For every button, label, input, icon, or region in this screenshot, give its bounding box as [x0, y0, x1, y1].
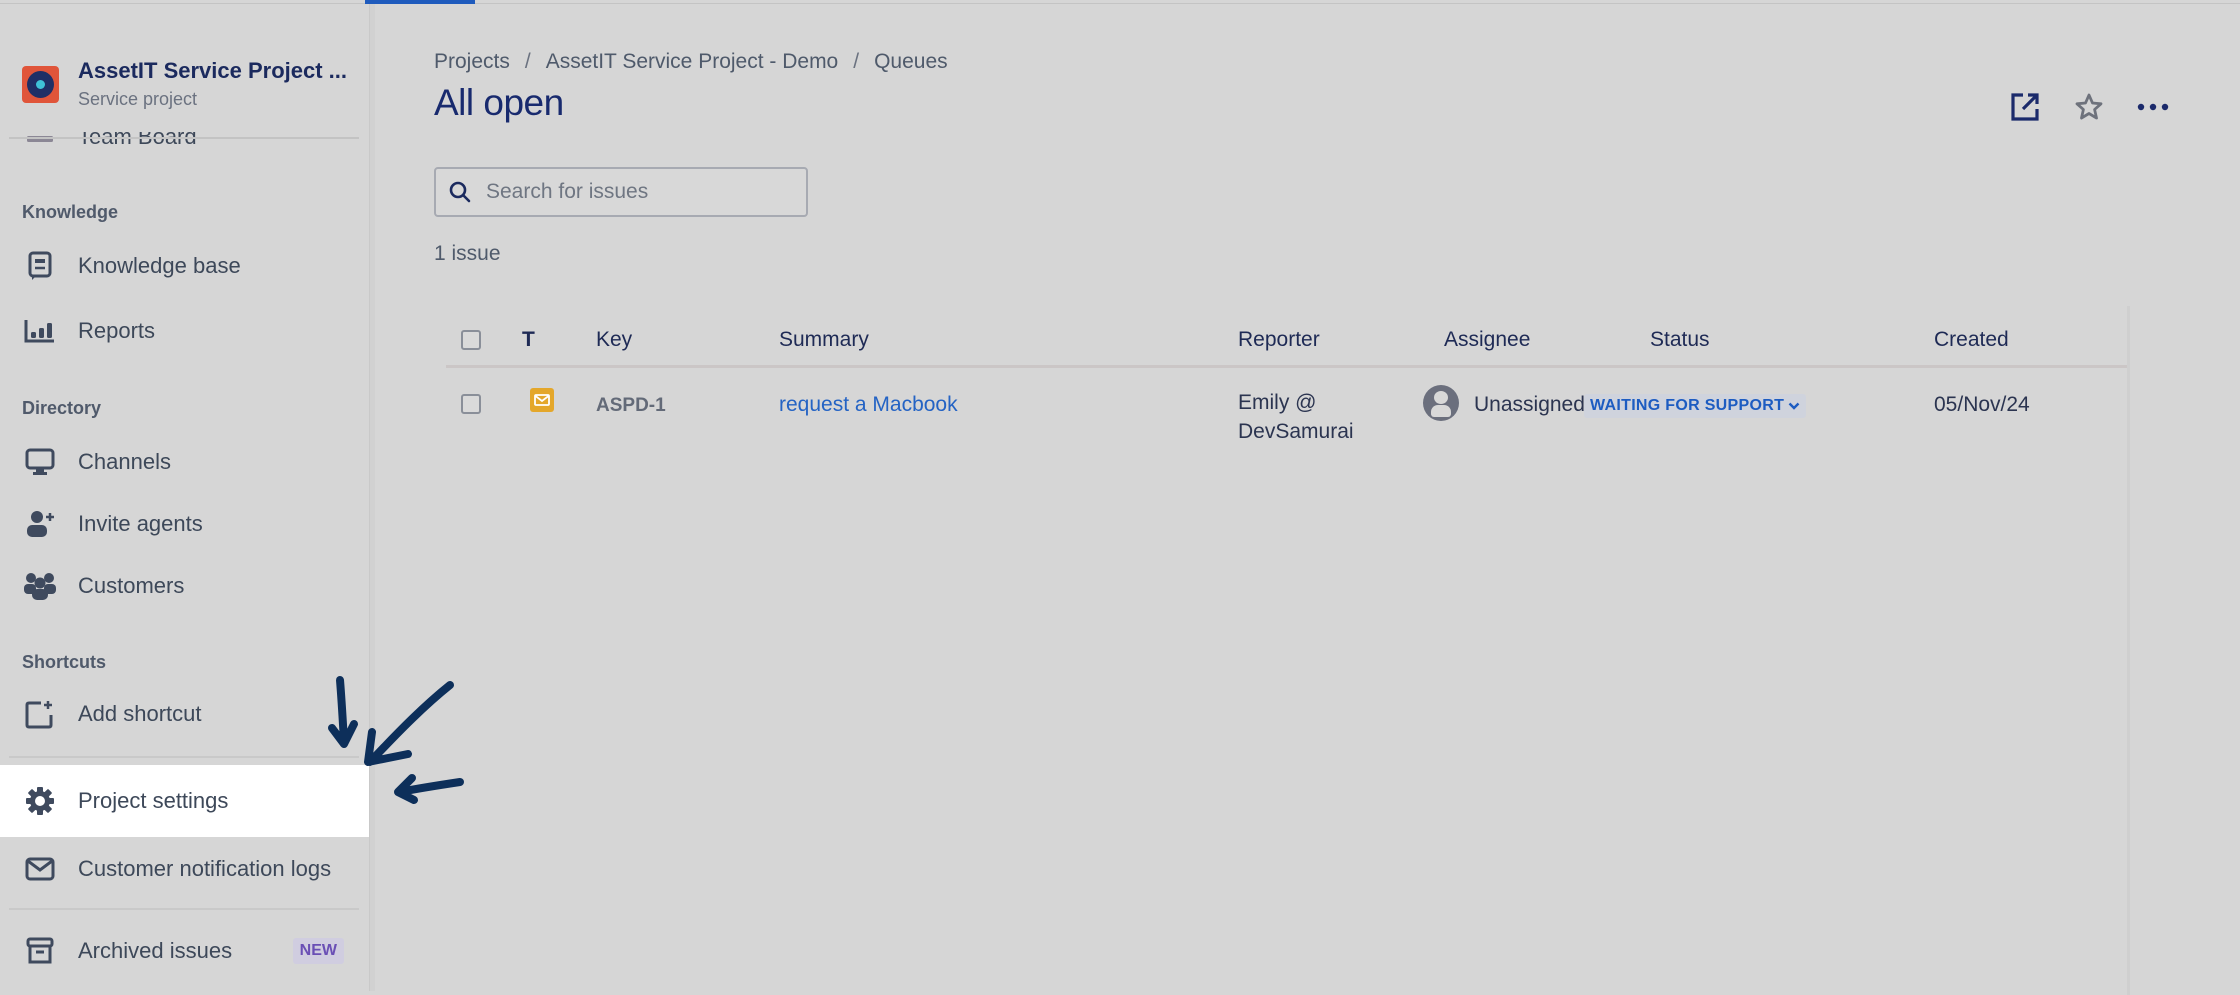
issue-reporter: Emily @ DevSamurai	[1238, 388, 1354, 446]
sidebar: Team Board AssetIT Service Project ... S…	[0, 4, 370, 991]
header-actions	[2008, 90, 2170, 124]
select-all-checkbox[interactable]	[461, 330, 481, 350]
column-header-status[interactable]: Status	[1650, 328, 1710, 352]
new-badge: NEW	[293, 938, 344, 964]
project-header[interactable]: AssetIT Service Project ... Service proj…	[22, 58, 347, 110]
divider	[9, 137, 359, 139]
sidebar-item-customers[interactable]: Customers	[0, 554, 370, 618]
sidebar-item-label: Project settings	[78, 788, 228, 814]
column-header-type[interactable]: T	[522, 328, 535, 352]
divider	[9, 908, 359, 910]
sidebar-item-project-settings[interactable]: Project settings	[0, 765, 369, 837]
people-icon	[20, 571, 60, 601]
search-field[interactable]	[434, 167, 808, 217]
breadcrumb-separator: /	[525, 50, 531, 74]
archive-icon	[20, 937, 60, 965]
sidebar-item-label: Invite agents	[78, 511, 203, 537]
issue-summary-link[interactable]: request a Macbook	[779, 393, 958, 416]
book-icon	[20, 251, 60, 281]
monitor-icon	[20, 448, 60, 476]
status-badge[interactable]: WAITING FOR SUPPORT	[1584, 394, 1806, 418]
star-icon	[2074, 92, 2104, 122]
mail-icon	[20, 857, 60, 881]
gear-icon	[20, 786, 60, 816]
add-page-icon	[20, 699, 60, 729]
search-icon	[448, 180, 472, 204]
issue-summary[interactable]: request a Macbook	[779, 393, 958, 417]
column-header-summary[interactable]: Summary	[779, 328, 869, 352]
breadcrumb-queues[interactable]: Queues	[874, 50, 948, 74]
email-request-icon	[530, 388, 554, 412]
more-icon	[2137, 102, 2169, 112]
main-content: Projects / AssetIT Service Project - Dem…	[378, 4, 2240, 991]
section-title-knowledge: Knowledge	[22, 202, 118, 223]
column-header-key[interactable]: Key	[596, 328, 632, 352]
avatar	[1423, 385, 1459, 421]
sidebar-resize-handle[interactable]	[370, 4, 375, 991]
row-checkbox[interactable]	[461, 394, 481, 414]
sidebar-item-label: Customers	[78, 573, 184, 599]
breadcrumb: Projects / AssetIT Service Project - Dem…	[434, 50, 948, 74]
breadcrumb-project[interactable]: AssetIT Service Project - Demo	[546, 50, 839, 74]
sidebar-item-label: Channels	[78, 449, 171, 475]
table-row[interactable]: ASPD-1 request a Macbook Emily @ DevSamu…	[446, 371, 2130, 451]
sidebar-item-label: Knowledge base	[78, 253, 241, 279]
column-header-assignee[interactable]: Assignee	[1444, 328, 1530, 352]
divider	[9, 756, 359, 758]
search-input[interactable]	[486, 180, 786, 204]
issues-table: T Key Summary Reporter Assignee Status C…	[446, 306, 2130, 995]
issue-count: 1 issue	[434, 242, 501, 266]
bar-chart-icon	[20, 318, 60, 344]
project-name: AssetIT Service Project ...	[78, 58, 347, 84]
issue-created: 05/Nov/24	[1934, 393, 2030, 417]
sidebar-item-label: Add shortcut	[78, 701, 202, 727]
sidebar-item-reports[interactable]: Reports	[0, 299, 370, 363]
sidebar-item-customer-notification-logs[interactable]: Customer notification logs	[0, 837, 370, 901]
status-text: WAITING FOR SUPPORT	[1590, 397, 1784, 415]
reporter-line-1: Emily @	[1238, 388, 1354, 417]
sidebar-item-label: Reports	[78, 318, 155, 344]
open-in-new-icon	[2009, 91, 2041, 123]
sidebar-item-knowledge-base[interactable]: Knowledge base	[0, 234, 370, 298]
open-in-new-button[interactable]	[2008, 90, 2042, 124]
issue-assignee[interactable]: Unassigned	[1474, 393, 1585, 417]
project-type: Service project	[78, 89, 347, 110]
sidebar-item-archived-issues[interactable]: Archived issues NEW	[0, 919, 370, 983]
breadcrumb-separator: /	[853, 50, 859, 74]
more-button[interactable]	[2136, 90, 2170, 124]
column-header-reporter[interactable]: Reporter	[1238, 328, 1320, 352]
section-title-shortcuts: Shortcuts	[22, 652, 106, 673]
sidebar-item-channels[interactable]: Channels	[0, 430, 370, 494]
table-header: T Key Summary Reporter Assignee Status C…	[446, 306, 2130, 368]
page-title: All open	[434, 82, 564, 124]
issue-key[interactable]: ASPD-1	[596, 395, 666, 417]
sidebar-item-label: Customer notification logs	[78, 856, 331, 882]
section-title-directory: Directory	[22, 398, 101, 419]
sidebar-item-invite-agents[interactable]: Invite agents	[0, 492, 370, 556]
breadcrumb-projects[interactable]: Projects	[434, 50, 510, 74]
column-header-created[interactable]: Created	[1934, 328, 2009, 352]
add-person-icon	[20, 509, 60, 539]
star-button[interactable]	[2072, 90, 2106, 124]
sidebar-item-add-shortcut[interactable]: Add shortcut	[0, 682, 370, 746]
reporter-line-2: DevSamurai	[1238, 417, 1354, 446]
project-disc-icon	[22, 66, 59, 103]
chevron-down-icon	[1788, 402, 1800, 410]
sidebar-item-label: Archived issues	[78, 938, 232, 964]
